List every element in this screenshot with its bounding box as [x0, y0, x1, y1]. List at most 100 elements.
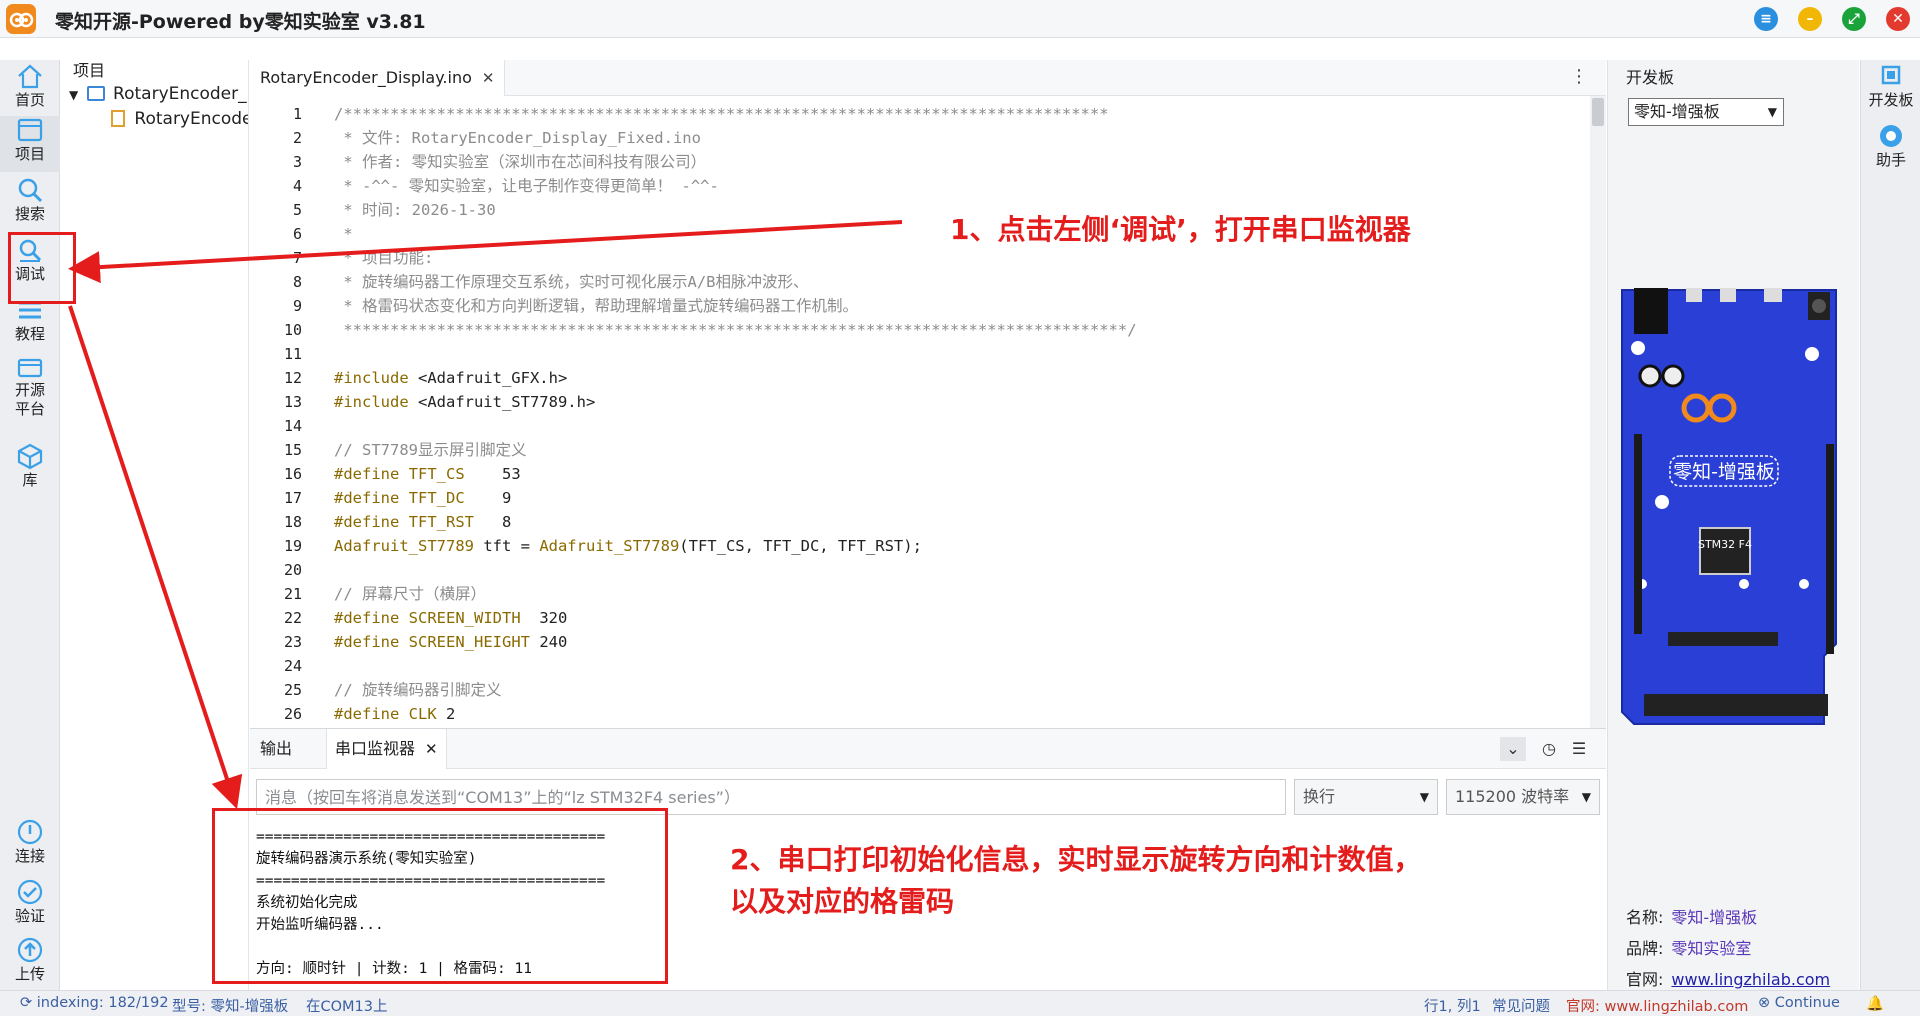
- board-name-row: 名称: 零知-增强板: [1626, 908, 1758, 927]
- line-number: 22: [283, 609, 302, 627]
- board-select[interactable]: 零知-增强板 ▼: [1628, 98, 1784, 126]
- annotation-step1: 1、点击左侧‘调试’，打开串口监视器: [950, 213, 1411, 246]
- code-line: * -^^- 零知实验室，让电子制作变得更简单！ -^^-: [334, 177, 719, 195]
- editor-tab[interactable]: RotaryEncoder_Display.ino ✕: [250, 60, 506, 96]
- website-status-link[interactable]: 官网: www.lingzhilab.com: [1566, 995, 1748, 1016]
- annotation-step2-line1: 2、串口打印初始化信息，实时显示旋转方向和计数值，: [730, 843, 1422, 876]
- library-icon: [17, 443, 43, 470]
- continue-status[interactable]: ⊗ Continue: [1758, 995, 1840, 1011]
- line-number: 10: [283, 321, 302, 339]
- line-number: 20: [283, 561, 302, 579]
- baud-rate-select[interactable]: 115200 波特率 ▼: [1446, 779, 1600, 815]
- code-line: * 格雷码状态变化和方向判断逻辑，帮助理解增量式旋转编码器工作机制。: [334, 297, 858, 315]
- tab-close-icon[interactable]: ✕: [482, 69, 495, 87]
- website-link[interactable]: www.lingzhilab.com: [1671, 970, 1830, 989]
- board-brand-row: 品牌: 零知实验室: [1626, 939, 1752, 958]
- line-number: 15: [283, 441, 302, 459]
- editor-scrollbar[interactable]: [1590, 96, 1606, 728]
- activity-board[interactable]: 开发板: [1861, 62, 1920, 110]
- line-number: 18: [283, 513, 302, 531]
- line-number: 19: [283, 537, 302, 555]
- cursor-position[interactable]: 行1, 列1: [1424, 995, 1481, 1016]
- indexing-status: ⟳ indexing: 182/192: [20, 995, 169, 1011]
- file-icon: [111, 110, 125, 127]
- line-number: 16: [283, 465, 302, 483]
- close-icon[interactable]: ✕: [1886, 7, 1910, 31]
- chip-label: STM32 F4: [1698, 538, 1752, 551]
- line-number: 21: [283, 585, 302, 603]
- board-model-status[interactable]: 型号: 零知-增强板: [172, 995, 288, 1016]
- activity-search[interactable]: 搜索: [0, 176, 60, 224]
- editor-tab-bar: RotaryEncoder_Display.ino ✕ ⋮: [250, 60, 1606, 96]
- line-number: 8: [292, 273, 302, 291]
- assistant-icon: [1880, 125, 1902, 147]
- activity-bar: 首页 项目 搜索 调试 教程 开源 平台 库 连接 验证 上传: [0, 60, 60, 990]
- board-icon: [1881, 65, 1901, 85]
- tab-serial-monitor[interactable]: 串口监视器 ✕: [326, 729, 447, 769]
- notification-icon[interactable]: 🔔: [1866, 995, 1884, 1012]
- code-line: // 屏幕尺寸（横屏）: [334, 585, 486, 603]
- line-number: 3: [292, 153, 302, 171]
- line-number: 2: [292, 129, 302, 147]
- board-image: 零知-增强板 STM32 F4: [1621, 288, 1837, 725]
- faq-link[interactable]: 常见问题: [1492, 995, 1550, 1016]
- app-logo-icon: [6, 4, 36, 34]
- board-panel-title: 开发板: [1626, 68, 1675, 87]
- activity-assistant[interactable]: 助手: [1861, 122, 1920, 170]
- activity-verify[interactable]: 验证: [0, 878, 60, 926]
- line-numbers: 1 2 3 4 5 6 7 8 9 10 11 12 13 14 15 16 17 18 19 20 21 22 23 24 2…: [250, 98, 310, 747]
- board-site-row: 官网: www.lingzhilab.com: [1626, 970, 1831, 989]
- activity-platform[interactable]: 开源 平台: [0, 356, 60, 419]
- activity-connect[interactable]: 连接: [0, 818, 60, 866]
- code-line: #define TFT_RST 8: [334, 513, 512, 531]
- menu-icon[interactable]: ≡: [1754, 7, 1778, 31]
- code-line: // ST7789显示屏引脚定义: [334, 441, 527, 459]
- minimize-icon[interactable]: –: [1798, 7, 1822, 31]
- activity-library[interactable]: 库: [0, 442, 60, 490]
- code-line: #define TFT_CS 53: [334, 465, 521, 483]
- code-line: /***************************************…: [334, 105, 1109, 123]
- board-name-label: 零知-增强板: [1673, 461, 1775, 483]
- clear-output-icon[interactable]: ☰: [1566, 737, 1592, 761]
- code-line: * 时间: 2026-1-30: [334, 201, 496, 219]
- board-panel: 开发板 零知-增强板 ▼ 零知-增强板 STM32 F4 名称: 零知-增强板 品牌…: [1607, 60, 1859, 990]
- dropdown-arrow-icon: ▼: [1419, 790, 1429, 804]
- debug-highlight-box: [8, 232, 76, 304]
- title-bar: 零知开源-Powered by零知实验室 v3.81 ≡ – ⤢ ✕: [0, 0, 1920, 38]
- upload-icon: [17, 937, 43, 963]
- project-icon: [17, 118, 43, 142]
- connect-icon: [17, 819, 43, 845]
- code-area[interactable]: /***************************************…: [334, 98, 1584, 728]
- line-number: 12: [283, 369, 302, 387]
- timestamp-icon[interactable]: ◷: [1536, 737, 1562, 761]
- code-line: #define SCREEN_HEIGHT 240: [334, 633, 568, 651]
- line-number: 26: [283, 705, 302, 723]
- line-ending-select[interactable]: 换行 ▼: [1294, 779, 1438, 815]
- maximize-icon[interactable]: ⤢: [1842, 7, 1866, 31]
- status-bar: ⟳ indexing: 182/192 型号: 零知-增强板 在COM13上 行…: [0, 990, 1920, 1016]
- code-line: * 项目功能:: [334, 249, 434, 267]
- line-number: 24: [283, 657, 302, 675]
- activity-upload[interactable]: 上传: [0, 936, 60, 984]
- window-title: 零知开源-Powered by零知实验室 v3.81: [55, 11, 426, 33]
- tree-file[interactable]: RotaryEncoder_Display.ino: [111, 107, 248, 131]
- serial-highlight-box: [212, 808, 668, 984]
- autoscroll-icon[interactable]: ⌄: [1500, 737, 1526, 761]
- tab-output[interactable]: 输出: [252, 729, 300, 769]
- code-line: * 旋转编码器工作原理交互系统，实时可视化展示A/B相脉冲波形、: [334, 273, 809, 291]
- folder-icon: [86, 86, 105, 101]
- code-line: #include <Adafruit_ST7789.h>: [334, 393, 596, 411]
- more-options-icon[interactable]: ⋮: [1570, 66, 1588, 87]
- activity-home[interactable]: 首页: [0, 62, 60, 110]
- code-line: * 文件: RotaryEncoder_Display_Fixed.ino: [334, 129, 701, 147]
- line-number: 7: [292, 249, 302, 267]
- line-number: 23: [283, 633, 302, 651]
- line-number: 6: [292, 225, 302, 243]
- tab-close-icon[interactable]: ✕: [425, 740, 438, 758]
- tree-folder[interactable]: ▼ RotaryEncoder_Display_Fixed: [69, 82, 248, 107]
- port-status[interactable]: 在COM13上: [306, 995, 388, 1016]
- scrollbar-thumb[interactable]: [1592, 98, 1604, 126]
- verify-icon: [17, 879, 43, 905]
- activity-project[interactable]: 项目: [0, 116, 60, 172]
- code-line: * 作者: 零知实验室（深圳市在芯间科技有限公司）: [334, 153, 707, 171]
